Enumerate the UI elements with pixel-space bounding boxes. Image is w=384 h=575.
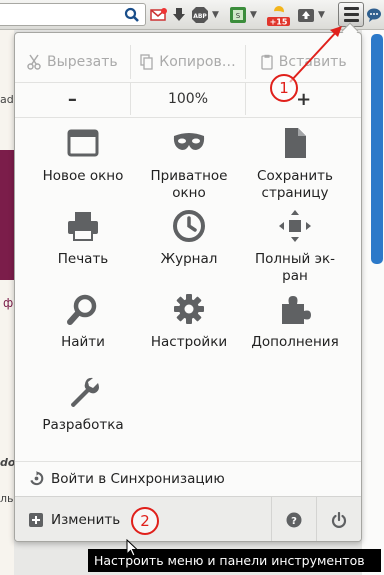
developer-button[interactable]: Разработка — [25, 375, 141, 434]
copy-label: Копиров… — [159, 54, 236, 70]
cut-button[interactable]: Вырезать — [15, 45, 131, 79]
menu-icon — [343, 7, 359, 10]
extension-icon[interactable]: S — [229, 5, 247, 24]
find-button[interactable]: Найти — [25, 292, 141, 351]
puzzle-icon — [282, 296, 311, 324]
page-text-fragment: ль — [0, 492, 14, 505]
page-text-fragment: ad — [0, 93, 14, 106]
quit-button[interactable] — [316, 497, 361, 541]
mail-icon[interactable] — [150, 5, 168, 24]
main-menu-panel: Вырезать Копиров… Вставить – 100% + Ново… — [14, 32, 362, 542]
help-button[interactable]: ? — [271, 497, 316, 541]
fullscreen-button[interactable]: Полный эк- ран — [237, 209, 353, 285]
addons-label: Дополнения — [251, 334, 339, 350]
sync-label: Войти в Синхронизацию — [51, 470, 225, 487]
svg-text:S: S — [236, 12, 241, 20]
options-label: Настройки — [150, 334, 228, 350]
svg-text:?: ? — [291, 516, 297, 527]
cursor-icon — [126, 539, 138, 557]
help-icon: ? — [286, 512, 302, 527]
chevron-down-icon[interactable]: ▼ — [212, 5, 219, 24]
wrench-icon — [71, 377, 99, 407]
window-icon — [67, 129, 99, 157]
print-button[interactable]: Печать — [25, 209, 141, 268]
new-window-button[interactable]: Новое окно — [25, 126, 141, 185]
copy-icon — [140, 54, 153, 70]
zoom-reset-button[interactable]: 100% — [131, 83, 247, 115]
fullscreen-label: Полный эк- ран — [254, 251, 336, 284]
printer-icon — [68, 212, 98, 241]
fullscreen-icon — [279, 210, 311, 242]
developer-label: Разработка — [42, 417, 124, 433]
zoom-out-button[interactable]: – — [15, 83, 131, 115]
private-window-label: Приватное окно — [150, 168, 228, 201]
page-icon — [285, 128, 306, 158]
step-marker: 2 — [131, 507, 159, 535]
new-window-label: Новое окно — [42, 168, 124, 184]
page-banner — [0, 150, 14, 280]
customize-label: Изменить — [51, 511, 121, 528]
addons-button[interactable]: Дополнения — [237, 292, 353, 351]
mask-icon — [173, 133, 205, 150]
download-icon[interactable] — [172, 5, 186, 24]
history-label: Журнал — [160, 251, 218, 267]
save-page-label: Сохранить страницу — [257, 168, 333, 201]
divider — [15, 117, 361, 118]
chat-icon[interactable] — [366, 5, 382, 24]
clipboard-icon — [261, 54, 273, 70]
adblock-icon[interactable]: ABP — [191, 5, 209, 24]
plus-icon — [29, 512, 43, 527]
history-button[interactable]: Журнал — [131, 209, 247, 268]
adblock-label: ABP — [193, 13, 207, 20]
sync-icon — [30, 471, 44, 486]
find-label: Найти — [61, 334, 105, 350]
power-icon — [331, 511, 347, 528]
save-page-button[interactable]: Сохранить страницу — [237, 126, 353, 202]
chevron-down-icon[interactable]: ▼ — [250, 5, 257, 24]
copy-button[interactable]: Копиров… — [131, 45, 247, 79]
cut-label: Вырезать — [47, 54, 118, 70]
private-window-button[interactable]: Приватное окно — [131, 126, 247, 202]
sync-button[interactable]: Войти в Синхронизацию — [15, 461, 361, 495]
search-icon[interactable] — [124, 5, 140, 24]
options-button[interactable]: Настройки — [131, 292, 247, 351]
gear-icon — [174, 294, 204, 324]
step-marker: 1 — [270, 74, 298, 102]
page-text-fragment: ф — [3, 296, 14, 310]
print-label: Печать — [57, 251, 109, 267]
search-icon — [67, 294, 97, 325]
panel-footer: Изменить ? — [15, 496, 361, 541]
scissors-icon — [27, 54, 41, 70]
clock-icon — [173, 210, 205, 242]
scrollbar[interactable] — [371, 34, 383, 264]
